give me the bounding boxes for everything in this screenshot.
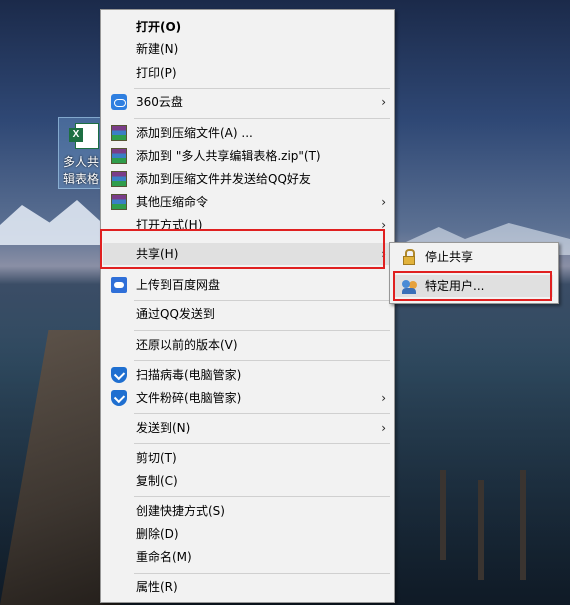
menu-label: 打开方式(H) — [136, 218, 203, 232]
menu-label: 通过QQ发送到 — [136, 307, 215, 321]
menu-item-send-to[interactable]: 发送到(N) › — [103, 417, 392, 439]
menu-separator — [134, 413, 390, 414]
menu-item-share[interactable]: 共享(H) › — [103, 243, 392, 265]
menu-separator — [134, 300, 390, 301]
menu-label: 创建快捷方式(S) — [136, 504, 225, 518]
wallpaper-post — [520, 470, 526, 580]
menu-item-rename[interactable]: 重命名(M) — [103, 546, 392, 568]
chevron-right-icon: › — [381, 391, 386, 405]
submenu-item-specific-people[interactable]: 特定用户... — [393, 275, 553, 297]
menu-label: 共享(H) — [136, 247, 179, 261]
menu-label: 打开(O) — [136, 20, 182, 34]
menu-item-360-cloud[interactable]: 360云盘 › — [103, 91, 392, 113]
winrar-icon — [111, 125, 127, 141]
submenu-label: 停止共享 — [425, 250, 474, 264]
excel-file-icon[interactable]: 多人共 辑表格 — [58, 117, 106, 189]
winrar-icon — [111, 148, 127, 164]
menu-item-properties[interactable]: 属性(R) — [103, 576, 392, 598]
menu-item-upload-baidu[interactable]: 上传到百度网盘 — [103, 274, 392, 296]
menu-label: 还原以前的版本(V) — [136, 338, 238, 352]
menu-label: 360云盘 — [136, 95, 183, 109]
menu-separator — [134, 360, 390, 361]
menu-label: 删除(D) — [136, 527, 179, 541]
menu-label: 添加到压缩文件(A) ... — [136, 126, 253, 140]
wallpaper-post — [440, 470, 446, 560]
menu-item-open[interactable]: 打开(O) — [103, 16, 392, 38]
menu-item-cut[interactable]: 剪切(T) — [103, 447, 392, 469]
menu-label: 重命名(M) — [136, 550, 192, 564]
menu-label: 添加到压缩文件并发送给QQ好友 — [136, 172, 311, 186]
menu-separator — [134, 330, 390, 331]
menu-item-other-compress[interactable]: 其他压缩命令 › — [103, 191, 392, 213]
chevron-right-icon: › — [381, 95, 386, 109]
winrar-icon — [111, 194, 127, 210]
winrar-icon — [111, 171, 127, 187]
menu-label: 发送到(N) — [136, 421, 191, 435]
wallpaper-post — [478, 480, 484, 580]
menu-item-shred-file[interactable]: 文件粉碎(电脑管家) › — [103, 387, 392, 409]
chevron-right-icon: › — [381, 421, 386, 435]
menu-label: 文件粉碎(电脑管家) — [136, 391, 242, 405]
menu-item-print[interactable]: 打印(P) — [103, 62, 392, 84]
menu-item-restore-previous[interactable]: 还原以前的版本(V) — [103, 334, 392, 356]
menu-label: 剪切(T) — [136, 451, 177, 465]
submenu-item-stop-sharing[interactable]: 停止共享 — [393, 246, 553, 268]
menu-label: 复制(C) — [136, 474, 178, 488]
menu-label: 属性(R) — [136, 580, 178, 594]
menu-item-add-and-send-qq[interactable]: 添加到压缩文件并发送给QQ好友 — [103, 168, 392, 190]
menu-item-copy[interactable]: 复制(C) — [103, 470, 392, 492]
wallpaper-mountain — [0, 200, 110, 245]
menu-label: 上传到百度网盘 — [136, 278, 221, 292]
menu-separator — [134, 573, 390, 574]
menu-label: 新建(N) — [136, 42, 179, 56]
shield-icon — [111, 390, 127, 406]
menu-separator — [134, 118, 390, 119]
shield-icon — [111, 367, 127, 383]
users-icon — [402, 278, 416, 294]
menu-label: 扫描病毒(电脑管家) — [136, 368, 242, 382]
cloud-icon — [111, 94, 127, 110]
lock-icon — [402, 249, 416, 265]
menu-label: 打印(P) — [136, 66, 177, 80]
menu-item-add-to-archive[interactable]: 添加到压缩文件(A) ... — [103, 122, 392, 144]
excel-icon — [69, 123, 99, 149]
share-submenu: 停止共享 特定用户... — [389, 242, 559, 304]
menu-item-delete[interactable]: 删除(D) — [103, 523, 392, 545]
menu-separator — [134, 496, 390, 497]
chevron-right-icon: › — [381, 218, 386, 232]
submenu-label: 特定用户... — [425, 279, 485, 293]
menu-separator — [134, 88, 390, 89]
menu-item-add-to-zip[interactable]: 添加到 "多人共享编辑表格.zip"(T) — [103, 145, 392, 167]
menu-item-new[interactable]: 新建(N) — [103, 38, 392, 60]
menu-label: 添加到 "多人共享编辑表格.zip"(T) — [136, 149, 321, 163]
context-menu: 打开(O) 新建(N) 打印(P) 360云盘 › 添加到压缩文件(A) ... … — [100, 9, 395, 603]
menu-item-send-via-qq[interactable]: 通过QQ发送到 — [103, 303, 392, 325]
menu-label: 其他压缩命令 — [136, 195, 209, 209]
baidu-netdisk-icon — [111, 277, 127, 293]
chevron-right-icon: › — [381, 247, 386, 261]
menu-item-open-with[interactable]: 打开方式(H) › — [103, 214, 392, 236]
menu-item-scan-virus[interactable]: 扫描病毒(电脑管家) — [103, 364, 392, 386]
chevron-right-icon: › — [381, 195, 386, 209]
menu-separator — [134, 443, 390, 444]
menu-item-create-shortcut[interactable]: 创建快捷方式(S) — [103, 500, 392, 522]
